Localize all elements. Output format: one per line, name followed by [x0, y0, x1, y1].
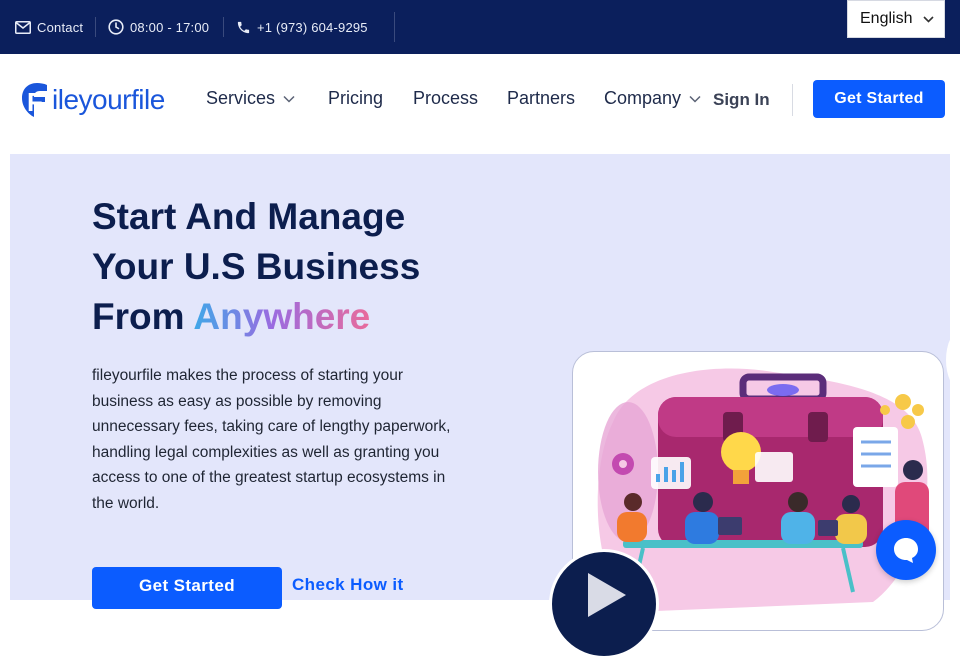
chevron-down-icon [283, 95, 295, 103]
nav-item-pricing[interactable]: Pricing [328, 88, 383, 109]
svg-text:F: F [27, 87, 43, 117]
main-navbar: F ileyourfile Services Pricing Process P… [0, 54, 960, 154]
chevron-down-icon [923, 15, 934, 23]
chevron-down-icon [689, 95, 701, 103]
logo-text: ileyourfile [52, 84, 165, 115]
check-how-it-works-link[interactable]: Check How it [292, 575, 404, 595]
contact-link[interactable]: Contact [15, 0, 83, 54]
phone-icon [237, 21, 250, 33]
top-bar: Contact 08:00 - 17:00 +1 (973) 604-9295 … [0, 0, 960, 54]
hero-title-highlight: Anywhere [193, 296, 371, 337]
hero-title: Start And Manage Your U.S Business From … [92, 192, 512, 342]
logo-mark-icon: F [22, 83, 47, 117]
sign-in-link[interactable]: Sign In [713, 90, 770, 110]
nav-label: Partners [507, 88, 576, 108]
logo[interactable]: F ileyourfile [20, 80, 165, 120]
nav-item-process[interactable]: Process [413, 88, 478, 109]
hero-title-line-2: Your U.S Business [92, 246, 421, 287]
phone-link[interactable]: +1 (973) 604-9295 [236, 0, 368, 54]
phone-label: +1 (973) 604-9295 [257, 19, 368, 35]
nav-item-services[interactable]: Services [206, 88, 295, 109]
nav-label: Company [604, 88, 682, 108]
divider [394, 12, 395, 42]
contact-label: Contact [37, 19, 84, 35]
get-started-button[interactable]: Get Started [813, 80, 945, 118]
chat-icon [894, 538, 918, 563]
play-icon [588, 573, 626, 617]
nav-label: Process [413, 88, 479, 108]
nav-item-partners[interactable]: Partners [507, 88, 575, 109]
mail-icon [15, 20, 31, 34]
hours-label: 08:00 - 17:00 [130, 19, 210, 35]
divider [223, 17, 224, 37]
hero-title-line-1: Start And Manage [92, 196, 406, 237]
nav-label: Services [206, 88, 276, 108]
divider [95, 17, 96, 37]
hero-title-line-3: From [92, 296, 185, 337]
nav-item-company[interactable]: Company [604, 88, 701, 109]
nav-label: Pricing [328, 88, 384, 108]
hero-get-started-button[interactable]: Get Started [92, 567, 282, 609]
clock-icon [108, 19, 124, 35]
divider [792, 84, 793, 116]
language-select[interactable]: English [847, 0, 945, 38]
language-value: English [860, 10, 913, 27]
business-hours: 08:00 - 17:00 [108, 0, 209, 54]
hero-description: fileyourfile makes the process of starti… [92, 367, 451, 512]
chat-widget-button[interactable] [876, 520, 936, 580]
